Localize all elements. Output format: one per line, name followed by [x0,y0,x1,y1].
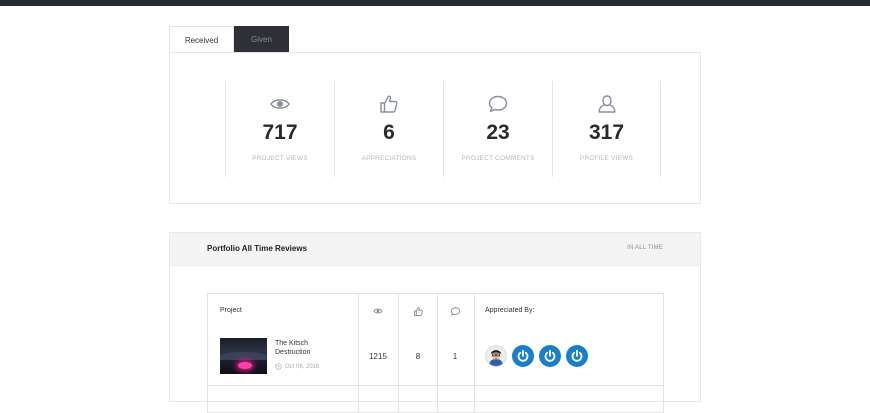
stat-label: PROJECT VIEWS [252,155,308,162]
top-bar [0,0,870,6]
clock-icon [275,363,282,370]
reviews-title: Portfolio All Time Reviews [207,244,308,253]
stat-project-views: 717 PROJECT VIEWS [225,81,334,177]
time-range-filter[interactable]: IN ALL TIME [627,245,663,251]
reviews-card: Portfolio All Time Reviews IN ALL TIME P… [169,232,701,413]
user-icon [553,93,660,115]
project-date: Oct 06, 2016 [275,363,319,370]
stat-value: 23 [486,121,510,144]
reviews-header: Portfolio All Time Reviews IN ALL TIME [170,233,700,266]
eye-icon [358,306,398,316]
project-comments-count: 1 [452,352,458,361]
stat-profile-views: 317 PROFILE VIEWS [552,81,661,177]
project-date-text: Oct 06, 2016 [285,363,320,370]
stats-card: 717 PROJECT VIEWS 6 APPRECIATIONS 23 PRO… [169,52,701,204]
tab-bar: Received Given [169,26,289,53]
stat-appreciations: 6 APPRECIATIONS [334,81,443,177]
project-title[interactable]: The Kitsch Destruction [275,339,345,357]
project-views-count: 1215 [369,352,387,361]
stat-value: 317 [588,121,625,144]
stat-label: PROJECT COMMENTS [461,155,535,162]
thumbs-up-icon [398,306,438,317]
stat-project-comments: 23 PROJECT COMMENTS [443,81,552,177]
stat-value: 6 [383,121,395,144]
thumbs-up-icon [335,93,443,115]
power-icon[interactable] [566,345,588,367]
comment-icon [444,93,552,115]
reviews-table: Project Appreciated By: The Kitsch Destr… [207,293,664,413]
power-icon[interactable] [539,345,561,367]
row-divider [208,385,663,386]
power-icon[interactable] [512,345,534,367]
tab-received[interactable]: Received [169,26,234,53]
eye-icon [226,93,334,115]
project-thumbnail[interactable] [220,338,267,374]
stat-label: APPRECIATIONS [361,155,417,162]
stat-value: 717 [262,121,298,144]
user-avatar[interactable] [485,345,507,367]
tab-given[interactable]: Given [234,26,289,53]
project-appreciations-count: 8 [415,352,421,361]
appreciated-by-list [485,345,588,367]
comment-icon [435,306,475,317]
column-header-appreciated-by: Appreciated By: [485,307,535,314]
column-header-project: Project [220,307,242,314]
stat-label: PROFILE VIEWS [579,155,634,162]
